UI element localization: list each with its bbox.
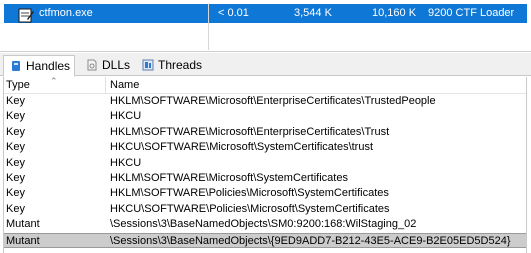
process-list: ctfmon.exe < 0.01 3,544 K 10,160 K 9200 … (0, 0, 531, 52)
table-row[interactable]: Key HKCU\SOFTWARE\Microsoft\SystemCertif… (4, 140, 526, 155)
tab-dlls[interactable]: DLLs (80, 55, 132, 76)
dlls-icon (86, 59, 98, 71)
tab-threads-label: Threads (158, 58, 203, 72)
handle-name: HKLM\SOFTWARE\Policies\Microsoft\SystemC… (110, 187, 389, 200)
column-divider (208, 4, 209, 50)
column-header-name[interactable]: Name (110, 79, 139, 91)
process-pid-description: 9200 CTF Loader (428, 7, 515, 19)
handles-list: Type ⌃ Name Key HKLM\SOFTWARE\Microsoft\… (3, 76, 527, 253)
list-header: Type ⌃ Name (4, 76, 526, 94)
handle-type: Mutant (6, 234, 40, 247)
table-row[interactable]: Key HKCU\SOFTWARE\Policies\Microsoft\Sys… (4, 202, 526, 217)
process-cpu: < 0.01 (218, 7, 249, 19)
handle-type: Key (6, 125, 25, 138)
table-row-selected[interactable]: Mutant \Sessions\3\BaseNamedObjects\{9ED… (4, 232, 526, 248)
handle-name: HKLM\SOFTWARE\Microsoft\EnterpriseCertif… (110, 95, 436, 107)
handle-name: HKCU (110, 156, 142, 169)
threads-icon (142, 59, 154, 71)
handle-type: Key (6, 141, 25, 154)
handle-type: Key (6, 202, 25, 215)
handle-name: HKLM\SOFTWARE\Microsoft\SystemCertificat… (110, 172, 348, 184)
sort-ascending-icon: ⌃ (50, 76, 58, 86)
lower-pane-tabs: Handles DLLs Threads (0, 53, 531, 77)
process-working-set: 10,160 K (372, 7, 417, 19)
column-divider[interactable] (105, 77, 106, 94)
tab-handles-label: Handles (26, 59, 71, 73)
table-row[interactable]: Key HKLM\SOFTWARE\Microsoft\EnterpriseCe… (4, 125, 526, 140)
table-row[interactable]: Key HKCU (4, 156, 526, 171)
tab-threads[interactable]: Threads (136, 55, 204, 76)
process-icon (18, 7, 35, 24)
table-row[interactable]: Mutant \Sessions\3\BaseNamedObjects\SM0:… (4, 217, 526, 232)
handle-name: \Sessions\3\BaseNamedObjects\{9ED9ADD7-B… (110, 234, 511, 247)
handle-type: Key (6, 172, 25, 184)
handle-type: Key (6, 156, 25, 169)
handle-name: HKLM\SOFTWARE\Microsoft\EnterpriseCertif… (110, 125, 390, 138)
table-row[interactable]: Key HKCU (4, 109, 526, 124)
handle-name: HKCU\SOFTWARE\Policies\Microsoft\SystemC… (110, 202, 390, 215)
table-row[interactable]: Key HKLM\SOFTWARE\Microsoft\EnterpriseCe… (4, 94, 526, 109)
process-row-ctfmon[interactable]: ctfmon.exe < 0.01 3,544 K 10,160 K 9200 … (4, 4, 527, 23)
tab-handles[interactable]: Handles (3, 55, 75, 77)
handle-type: Key (6, 95, 25, 107)
table-row[interactable]: Key HKLM\SOFTWARE\Microsoft\SystemCertif… (4, 171, 526, 186)
handle-type: Key (6, 187, 25, 200)
process-private-bytes: 3,544 K (294, 7, 332, 19)
handle-type: Mutant (6, 218, 40, 231)
tab-dlls-label: DLLs (102, 58, 131, 72)
table-row[interactable]: Key HKLM\SOFTWARE\Policies\Microsoft\Sys… (4, 186, 526, 201)
process-name: ctfmon.exe (39, 7, 93, 19)
handle-name: \Sessions\3\BaseNamedObjects\SM0:9200:16… (110, 218, 417, 231)
handle-type: Key (6, 110, 25, 123)
handle-name: HKCU (110, 110, 142, 123)
handles-icon (10, 60, 22, 72)
column-header-type[interactable]: Type (6, 79, 30, 91)
handle-name: HKCU\SOFTWARE\Microsoft\SystemCertificat… (110, 141, 374, 154)
